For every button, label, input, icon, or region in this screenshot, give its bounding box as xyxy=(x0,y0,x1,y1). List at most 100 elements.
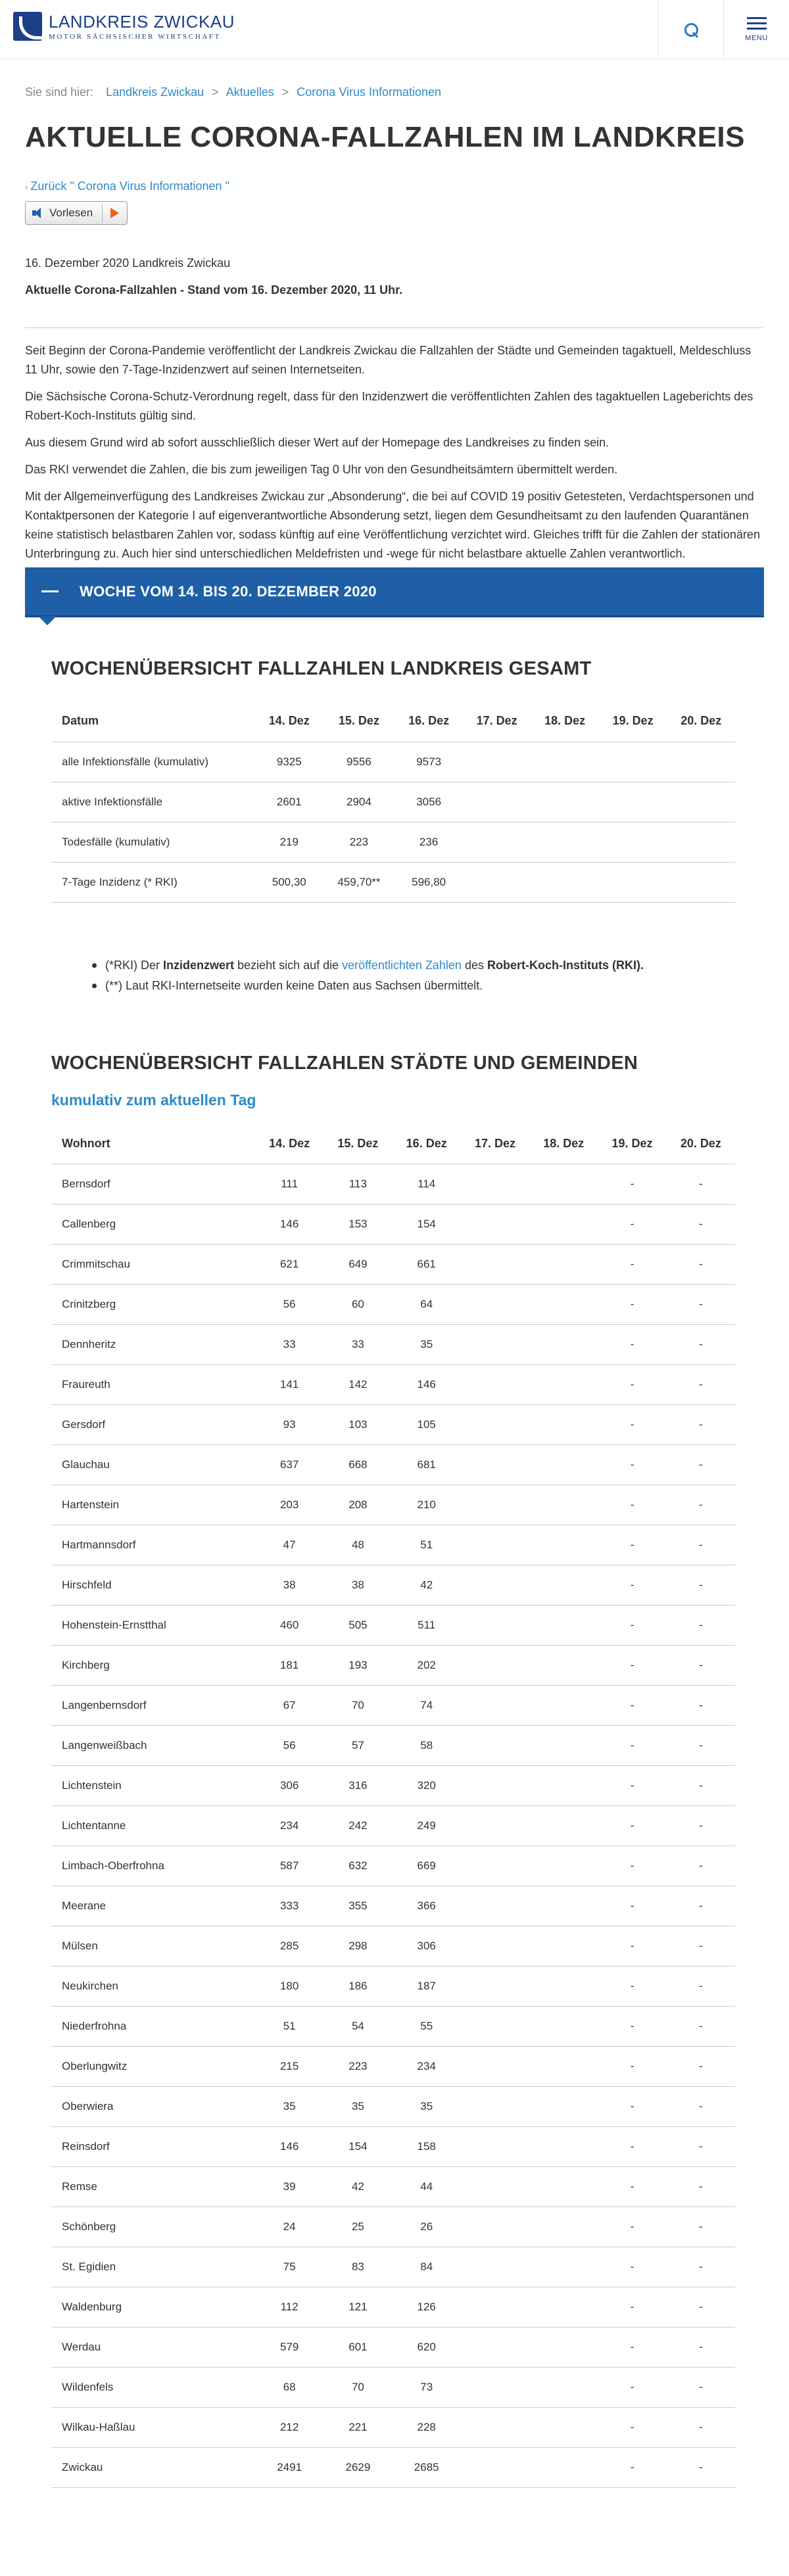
value-cell xyxy=(529,2247,598,2287)
value-cell: 579 xyxy=(255,2327,324,2368)
value-cell: 186 xyxy=(323,1966,393,2007)
row-label-cell: Neukirchen xyxy=(51,1966,255,2007)
value-cell: 51 xyxy=(255,2006,324,2047)
value-cell: - xyxy=(598,1444,667,1485)
search-button[interactable] xyxy=(658,0,723,59)
value-cell: 2904 xyxy=(323,782,395,823)
value-cell: 42 xyxy=(392,1565,461,1606)
menu-button[interactable]: MENU xyxy=(723,0,789,59)
value-cell: 500,30 xyxy=(255,862,323,903)
table-row: Kirchberg 181 193 202 - - xyxy=(51,1645,735,1686)
breadcrumb-link-aktuelles[interactable]: Aktuelles xyxy=(226,85,274,99)
value-cell: - xyxy=(598,1204,667,1245)
value-cell xyxy=(531,862,599,903)
value-cell: 35 xyxy=(392,1324,461,1365)
value-cell: 68 xyxy=(255,2367,324,2408)
value-cell: 105 xyxy=(392,1404,461,1445)
value-cell xyxy=(460,1444,530,1485)
back-link[interactable]: › Zurück " Corona Virus Informationen " xyxy=(25,179,764,193)
municipalities-table: Wohnort 14. Dez 15. Dez 16. Dez 17. Dez … xyxy=(51,1123,735,2488)
value-cell: 2685 xyxy=(392,2447,461,2488)
value-cell xyxy=(460,1565,530,1606)
value-cell: 114 xyxy=(392,1164,461,1205)
column-header: 19. Dez xyxy=(598,1123,667,1164)
table-row: Gersdorf 93 103 105 - - xyxy=(51,1404,735,1445)
row-label-cell: Hartenstein xyxy=(51,1485,255,1525)
value-cell: 38 xyxy=(323,1565,393,1606)
value-cell: 146 xyxy=(392,1364,461,1405)
value-cell: 56 xyxy=(255,1284,324,1325)
value-cell xyxy=(460,1805,530,1846)
value-cell xyxy=(529,1805,598,1846)
value-cell xyxy=(529,2126,598,2167)
value-cell: 39 xyxy=(255,2166,324,2207)
value-cell: - xyxy=(598,1404,667,1445)
value-cell: 56 xyxy=(255,1725,324,1766)
column-header: 19. Dez xyxy=(598,701,667,742)
paragraph: Die Sächsische Corona-Schutz-Verordnung … xyxy=(25,390,753,422)
value-cell xyxy=(462,782,531,823)
column-header: 20. Dez xyxy=(667,701,735,742)
value-cell xyxy=(460,1525,530,1565)
value-cell xyxy=(460,1485,530,1525)
value-cell: - xyxy=(598,1846,667,1886)
value-cell: 193 xyxy=(323,1645,393,1686)
value-cell: - xyxy=(598,1364,667,1405)
value-cell: - xyxy=(598,1765,667,1806)
value-cell xyxy=(529,1966,598,2007)
value-cell xyxy=(529,1765,598,1806)
value-cell: - xyxy=(598,2247,667,2287)
breadcrumb-link-corona[interactable]: Corona Virus Informationen xyxy=(297,85,441,99)
value-cell: 306 xyxy=(392,1926,461,1967)
value-cell xyxy=(462,822,531,863)
breadcrumb-link-landkreis[interactable]: Landkreis Zwickau xyxy=(106,85,204,99)
value-cell: - xyxy=(598,1244,667,1285)
table-header-row: Datum 14. Dez 15. Dez 16. Dez 17. Dez 18… xyxy=(51,701,735,742)
value-cell: - xyxy=(598,1725,667,1766)
value-cell: 113 xyxy=(323,1164,393,1205)
chevron-right-icon: › xyxy=(25,182,28,192)
value-cell: - xyxy=(666,1765,735,1806)
value-cell: 661 xyxy=(392,1244,461,1285)
value-cell: - xyxy=(598,2327,667,2368)
row-label-cell: Oberlungwitz xyxy=(51,2046,255,2087)
value-cell: 215 xyxy=(255,2046,324,2087)
value-cell: 208 xyxy=(323,1485,393,1525)
value-cell: - xyxy=(666,1685,735,1726)
value-cell xyxy=(529,1444,598,1485)
read-aloud-button[interactable]: Vorlesen xyxy=(25,201,128,225)
row-label-cell: Oberwiera xyxy=(51,2086,255,2127)
footnote-rki: (*RKI) Der Inzidenzwert bezieht sich auf… xyxy=(92,955,763,976)
value-cell: - xyxy=(598,2367,667,2408)
value-cell: 234 xyxy=(392,2046,461,2087)
row-label-cell: Meerane xyxy=(51,1886,255,1926)
rki-data-link[interactable]: veröffentlichten Zahlen xyxy=(342,959,462,972)
table-row: Wildenfels 68 70 73 - - xyxy=(51,2367,735,2408)
value-cell: 73 xyxy=(392,2367,461,2408)
table-row: Crimmitschau 621 649 661 - - xyxy=(51,1244,735,1285)
value-cell: 180 xyxy=(255,1966,324,2007)
value-cell: 511 xyxy=(392,1605,461,1646)
row-label-cell: Kirchberg xyxy=(51,1645,255,1686)
table-row: 7-Tage Inzidenz (* RKI) 500,30 459,70** 596… xyxy=(51,862,735,903)
logo-slogan: MOTOR SÄCHSISCHER WIRTSCHAFT xyxy=(49,33,221,41)
value-cell xyxy=(531,822,599,863)
row-label-cell: Werdau xyxy=(51,2327,255,2368)
table-row: Hartmannsdorf 47 48 51 - - xyxy=(51,1525,735,1565)
value-cell xyxy=(529,1685,598,1726)
menu-label: MENU xyxy=(745,34,768,42)
week-accordion-header[interactable]: WOCHE VOM 14. BIS 20. DEZEMBER 2020 xyxy=(25,567,764,625)
value-cell: 223 xyxy=(323,2046,393,2087)
value-cell: - xyxy=(666,2086,735,2127)
table-row: Crinitzberg 56 60 64 - - xyxy=(51,1284,735,1325)
value-cell xyxy=(529,1404,598,1445)
site-logo[interactable]: LANDKREIS ZWICKAU MOTOR SÄCHSISCHER WIRT… xyxy=(13,12,235,41)
row-label-cell: Wilkau-Haßlau xyxy=(51,2407,255,2448)
value-cell: - xyxy=(598,1485,667,1525)
row-label-cell: Niederfrohna xyxy=(51,2006,255,2047)
row-label-cell: Langenbernsdorf xyxy=(51,1685,255,1726)
value-cell: - xyxy=(598,1565,667,1606)
value-cell xyxy=(598,822,667,863)
value-cell: - xyxy=(666,1204,735,1245)
table-row: Zwickau 2491 2629 2685 - - xyxy=(51,2447,735,2488)
